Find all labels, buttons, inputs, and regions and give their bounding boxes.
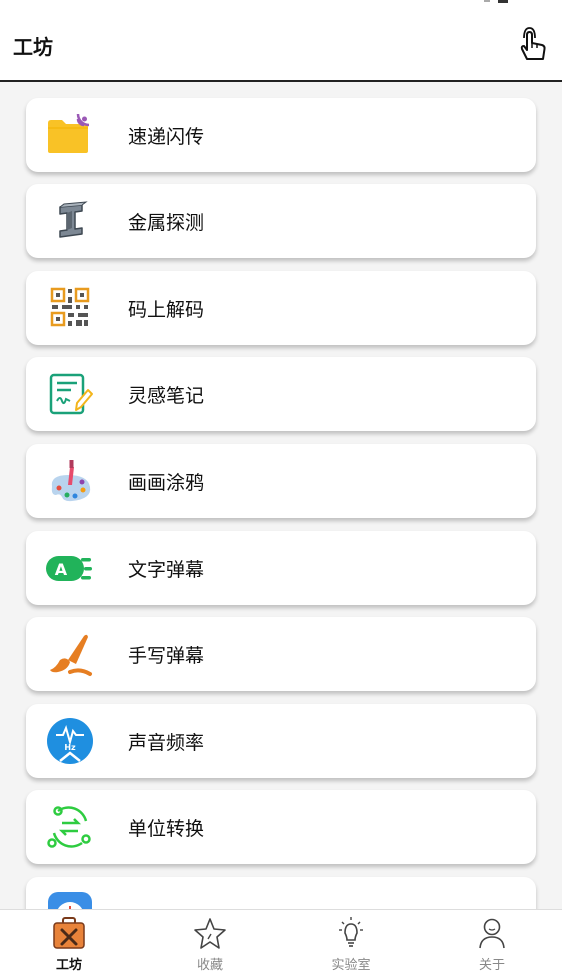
tab-workshop[interactable]: 工坊	[24, 916, 114, 974]
qr-code-icon	[50, 287, 90, 327]
tool-card-text-danmaku[interactable]: A 文字弹幕	[26, 531, 536, 605]
tab-label: 实验室	[331, 958, 371, 973]
tool-card-doodle[interactable]: 画画涂鸦	[26, 444, 536, 518]
steel-beam-icon	[59, 201, 88, 238]
tool-card-express-transfer[interactable]: 速递闪传	[26, 98, 536, 172]
tool-label: 声音频率	[128, 732, 205, 754]
top-app-bar: 工坊	[0, 0, 562, 82]
tool-card-sound-frequency[interactable]: Hz 声音频率	[26, 704, 536, 778]
toolbox-icon	[53, 917, 85, 949]
paint-palette-icon	[51, 460, 91, 502]
unit-convert-icon	[47, 806, 91, 848]
tab-lab[interactable]: 实验室	[306, 916, 396, 974]
bottom-tab-bar: 工坊 收藏 实验室 关于	[0, 909, 562, 975]
svg-text:Hz: Hz	[64, 743, 76, 752]
tool-list: 速递闪传 金属探测 码上解码 灵感笔记 画画涂鸦 A 文字弹幕 手写弹幕 Hz …	[0, 84, 562, 909]
folder-signal-icon	[48, 113, 90, 153]
tool-card-unit-convert[interactable]: 单位转换	[26, 790, 536, 864]
tab-label: 关于	[478, 958, 505, 973]
tool-card-handwriting-danmaku[interactable]: 手写弹幕	[26, 617, 536, 691]
text-danmaku-icon: A	[46, 556, 92, 581]
status-indicator-icon	[484, 0, 508, 3]
tool-card-inspiration-notes[interactable]: 灵感笔记	[26, 357, 536, 431]
tool-card-clock[interactable]	[26, 877, 536, 909]
brush-stroke-icon	[50, 634, 92, 676]
tool-label: 手写弹幕	[128, 645, 205, 667]
page-title: 工坊	[13, 35, 53, 59]
note-pen-icon	[49, 373, 93, 415]
tool-label: 码上解码	[128, 299, 205, 321]
clock-icon	[48, 892, 92, 909]
tab-favorites[interactable]: 收藏	[165, 916, 255, 974]
tool-label: 速递闪传	[128, 126, 205, 148]
svg-text:A: A	[55, 560, 68, 579]
tool-card-qr-decode[interactable]: 码上解码	[26, 271, 536, 345]
tab-about[interactable]: 关于	[447, 916, 537, 974]
tool-label: 金属探测	[128, 212, 205, 234]
tab-label: 工坊	[55, 958, 82, 973]
sound-frequency-icon: Hz	[47, 718, 93, 764]
tool-label: 文字弹幕	[128, 559, 205, 581]
star-icon	[194, 918, 226, 949]
tool-label: 画画涂鸦	[128, 472, 205, 494]
lightbulb-icon	[339, 917, 363, 947]
tool-label: 灵感笔记	[128, 385, 205, 407]
touch-hand-icon[interactable]	[516, 26, 548, 62]
tool-card-metal-detect[interactable]: 金属探测	[26, 184, 536, 258]
tool-label: 单位转换	[128, 818, 205, 840]
tab-label: 收藏	[196, 958, 223, 973]
person-icon	[479, 918, 505, 949]
